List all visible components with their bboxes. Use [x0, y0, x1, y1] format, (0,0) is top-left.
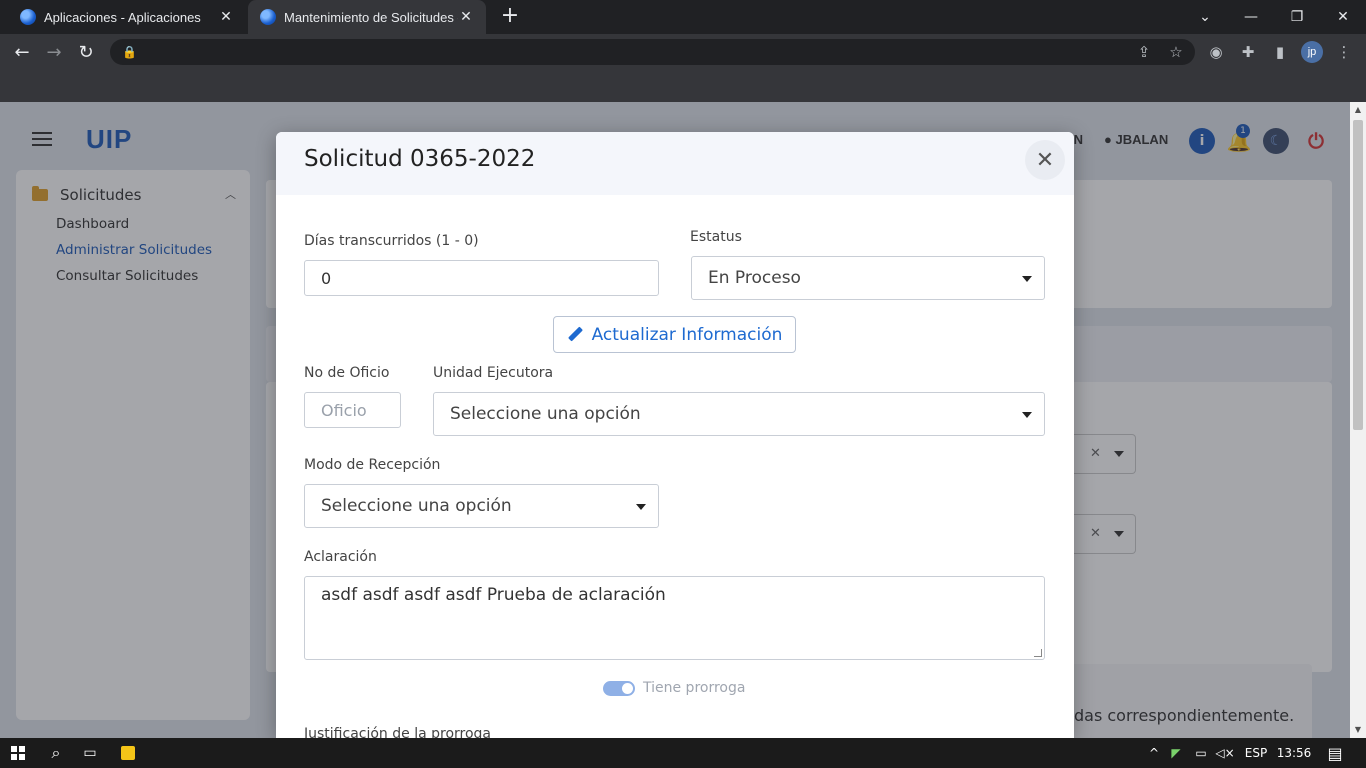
- scroll-down-arrow-icon[interactable]: ▼: [1350, 722, 1366, 738]
- solicitud-modal: Solicitud 0365-2022 ✕ Días transcurridos…: [276, 132, 1074, 738]
- aclaracion-textarea[interactable]: asdf asdf asdf asdf Prueba de aclaración: [304, 576, 1045, 660]
- modo-recepcion-label: Modo de Recepción: [304, 457, 441, 473]
- network-icon[interactable]: ▭: [1190, 738, 1212, 768]
- estatus-select[interactable]: En Proceso: [691, 256, 1045, 300]
- store-app-icon[interactable]: [112, 738, 144, 768]
- tab-close-icon[interactable]: ✕: [458, 9, 474, 25]
- button-label: Actualizar Información: [591, 324, 783, 345]
- modal-title: Solicitud 0365-2022: [304, 146, 536, 172]
- lock-icon: 🔒: [122, 45, 137, 59]
- bookmark-star-icon[interactable]: ☆: [1163, 39, 1189, 65]
- restore-button[interactable]: ❐: [1274, 0, 1320, 34]
- actualizar-informacion-button[interactable]: Actualizar Información: [553, 316, 796, 353]
- resize-handle[interactable]: [1034, 649, 1042, 657]
- window-close-button[interactable]: ✕: [1320, 0, 1366, 34]
- windows-start-icon[interactable]: [0, 738, 36, 768]
- chevron-up-icon[interactable]: ^: [1144, 738, 1164, 768]
- toggle-knob: [622, 683, 633, 694]
- dias-input[interactable]: 0: [304, 260, 659, 296]
- tab-title: Aplicaciones - Aplicaciones: [44, 9, 201, 25]
- bookmark-bar: [0, 70, 1366, 102]
- tab-title: Mantenimiento de Solicitudes - In: [284, 9, 458, 25]
- unidad-ejecutora-select[interactable]: Seleccione una opción: [433, 392, 1045, 436]
- caret-down-icon: [1022, 412, 1032, 418]
- oficio-input[interactable]: Oficio: [304, 392, 401, 428]
- address-bar[interactable]: 🔒: [110, 39, 1195, 65]
- tab-close-icon[interactable]: ✕: [218, 9, 234, 25]
- browser-menu-icon[interactable]: ⋮: [1331, 39, 1357, 65]
- estatus-label: Estatus: [690, 229, 742, 245]
- new-tab-button[interactable]: +: [498, 5, 522, 29]
- modal-header: Solicitud 0365-2022 ✕: [276, 132, 1074, 195]
- search-icon[interactable]: ⌕: [40, 738, 72, 768]
- oficio-label: No de Oficio: [304, 365, 390, 381]
- prorroga-toggle[interactable]: [603, 681, 635, 696]
- caret-down-icon: [636, 504, 646, 510]
- site-favicon-icon: [20, 9, 36, 25]
- tab-search-icon[interactable]: ⌄: [1182, 0, 1228, 34]
- browser-tab-mantenimiento[interactable]: Mantenimiento de Solicitudes - In ✕: [248, 0, 486, 34]
- profile-avatar[interactable]: jp: [1301, 41, 1323, 63]
- unidad-ejecutora-label: Unidad Ejecutora: [433, 365, 554, 381]
- browser-tab-aplicaciones[interactable]: Aplicaciones - Aplicaciones ✕: [8, 0, 246, 34]
- back-arrow-icon[interactable]: ←: [8, 38, 36, 66]
- modo-recepcion-value: Seleccione una opción: [321, 496, 512, 516]
- caret-down-icon: [1022, 276, 1032, 282]
- modo-recepcion-select[interactable]: Seleccione una opción: [304, 484, 659, 528]
- share-icon[interactable]: ⇪: [1131, 39, 1157, 65]
- aclaracion-text: asdf asdf asdf asdf Prueba de aclaración: [321, 585, 666, 605]
- scroll-up-arrow-icon[interactable]: ▲: [1350, 102, 1366, 118]
- modal-close-button[interactable]: ✕: [1025, 140, 1065, 180]
- forward-arrow-icon[interactable]: →: [40, 38, 68, 66]
- language-indicator[interactable]: ESP: [1240, 738, 1272, 768]
- minimize-button[interactable]: —: [1228, 0, 1274, 34]
- side-panel-icon[interactable]: ▮: [1267, 39, 1293, 65]
- extensions-puzzle-icon[interactable]: ✚: [1235, 39, 1261, 65]
- aclaracion-label: Aclaración: [304, 549, 377, 565]
- dias-label: Días transcurridos (1 - 0): [304, 233, 479, 249]
- pencil-icon: [567, 327, 583, 343]
- page-scrollbar[interactable]: ▲ ▼: [1350, 102, 1366, 738]
- unidad-ejecutora-value: Seleccione una opción: [450, 404, 641, 424]
- site-favicon-icon: [260, 9, 276, 25]
- browser-tabstrip: Aplicaciones - Aplicaciones ✕ Mantenimie…: [0, 0, 1366, 34]
- task-view-icon[interactable]: ▭: [74, 738, 106, 768]
- reload-icon[interactable]: ↻: [72, 38, 100, 66]
- notifications-icon[interactable]: ▤: [1320, 738, 1350, 768]
- tray-app-icon[interactable]: ◤: [1166, 738, 1186, 768]
- prorroga-label: Tiene prorroga: [643, 680, 746, 696]
- estatus-value: En Proceso: [708, 268, 801, 288]
- volume-muted-icon[interactable]: ◁×: [1214, 738, 1236, 768]
- justificacion-label: Justificación de la prorroga: [304, 726, 492, 738]
- windows-taskbar: ⌕ ▭ ^ ◤ ▭ ◁× ESP 13:56 ▤: [0, 738, 1366, 768]
- scrollbar-thumb[interactable]: [1353, 120, 1363, 430]
- clock[interactable]: 13:56: [1274, 738, 1314, 768]
- camera-icon[interactable]: ◉: [1203, 39, 1229, 65]
